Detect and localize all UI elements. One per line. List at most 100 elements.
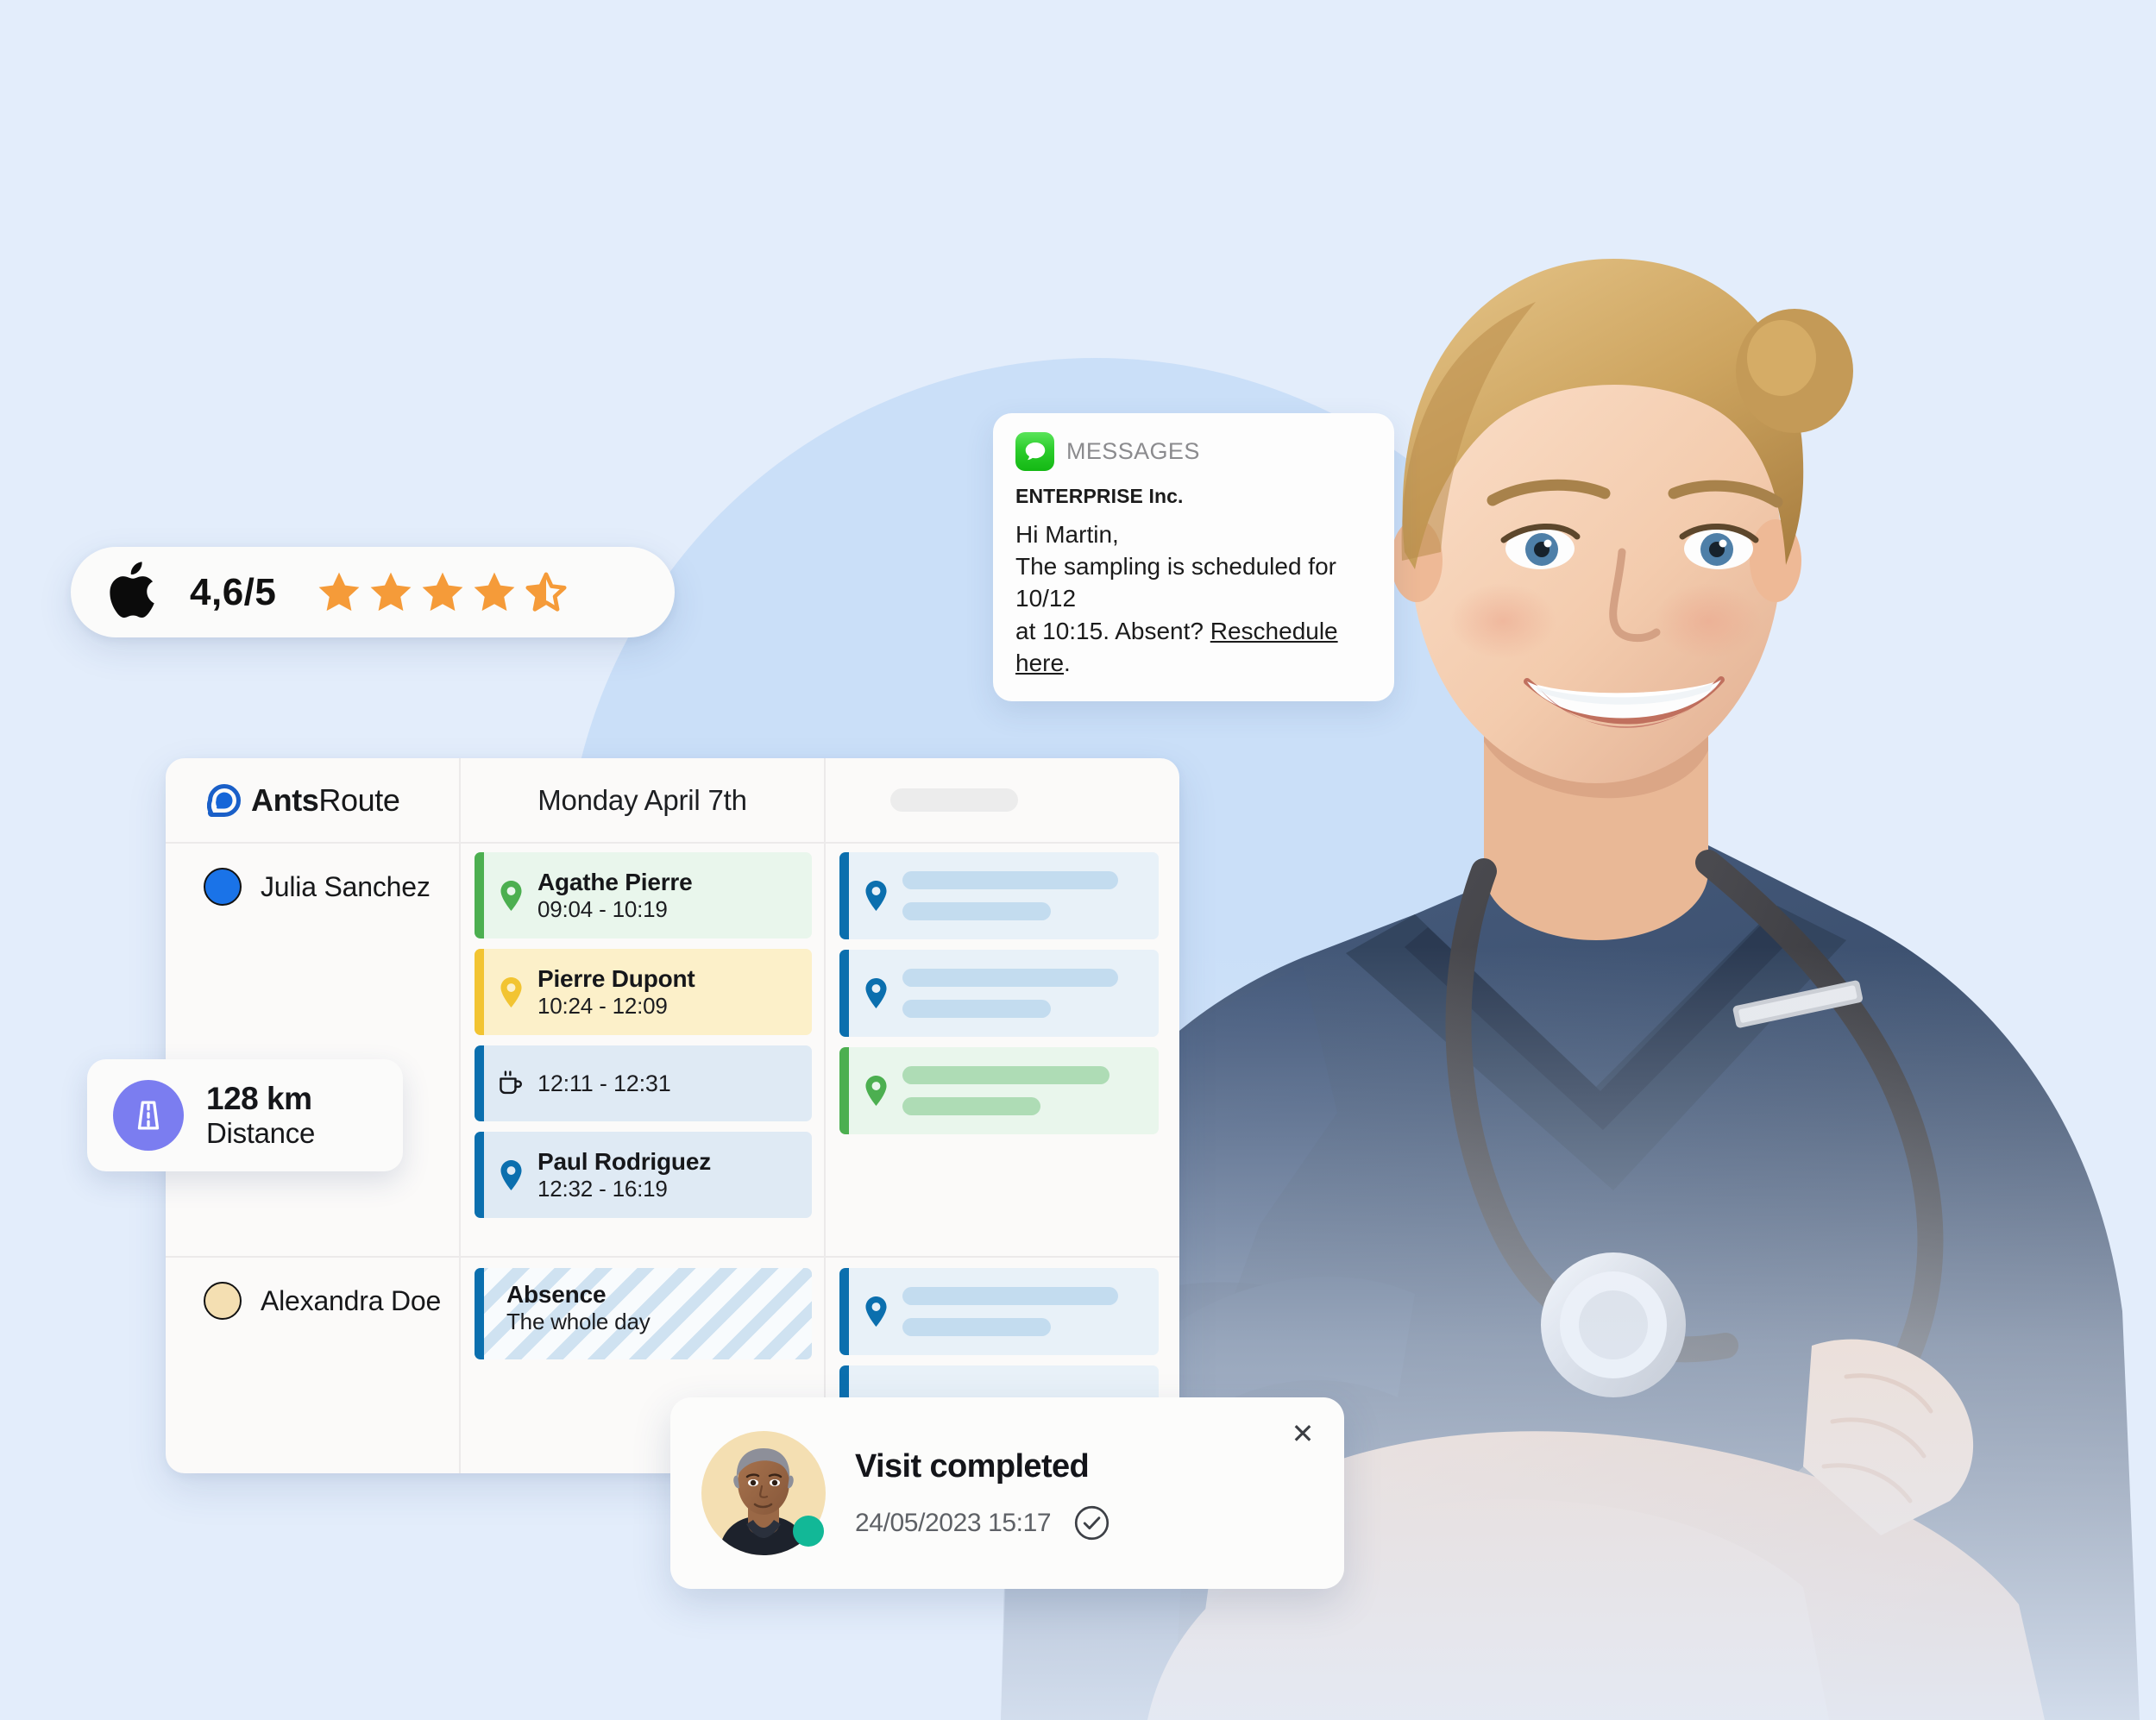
- driver-lane-2: Alexandra Doe: [166, 1258, 459, 1473]
- sms-sender-name: ENTERPRISE Inc.: [1015, 485, 1184, 507]
- hero-composition: 4,6/5 MESSAGES ENTERPRISE Inc. Hi Martin…: [0, 0, 2156, 1720]
- visit-timestamp: 24/05/2023 15:17: [855, 1508, 1052, 1537]
- map-pin-icon: [484, 976, 537, 1008]
- break-status-bar: [475, 1045, 484, 1121]
- skeleton-lines: [902, 871, 1118, 920]
- skeleton-lines: [902, 1287, 1118, 1336]
- scheduler-date-label: Monday April 7th: [537, 783, 747, 816]
- scheduler-brand-cell: AntsRoute: [166, 758, 459, 842]
- road-icon: [113, 1080, 184, 1151]
- skeleton-status-bar: [839, 1268, 849, 1355]
- sms-line-2-prefix: at 10:15. Absent?: [1015, 617, 1210, 644]
- online-status-dot: [793, 1516, 824, 1547]
- visit-toast-meta: 24/05/2023 15:17: [855, 1504, 1313, 1541]
- antsroute-logo-text: AntsRoute: [251, 782, 400, 819]
- star-icon: [422, 572, 463, 611]
- star-icon: [474, 572, 515, 611]
- antsroute-logo[interactable]: AntsRoute: [207, 782, 400, 819]
- absence-subtitle: The whole day: [506, 1309, 651, 1335]
- absence-status-bar: [475, 1268, 484, 1359]
- distance-label: Distance: [206, 1117, 315, 1149]
- distance-stat-chip: 128 km Distance: [87, 1059, 403, 1171]
- appointment-status-bar: [475, 852, 484, 938]
- driver-name: Alexandra Doe: [261, 1284, 442, 1316]
- avatar: [701, 1431, 826, 1555]
- visit-toast-content: Visit completed 24/05/2023 15:17: [855, 1445, 1313, 1541]
- absence-title: Absence: [506, 1281, 607, 1308]
- messages-app-icon: [1015, 432, 1054, 471]
- antsroute-logo-icon: [207, 783, 242, 818]
- absence-text: Absence The whole day: [484, 1268, 651, 1346]
- appointment-card[interactable]: Paul Rodriguez 12:32 - 16:19: [475, 1132, 812, 1218]
- appointment-text: Agathe Pierre 09:04 - 10:19: [537, 859, 693, 932]
- scheduler-next-day-cell[interactable]: [826, 758, 1179, 842]
- app-store-rating-badge: 4,6/5: [71, 547, 675, 637]
- driver-row[interactable]: Julia Sanchez: [166, 844, 459, 930]
- logo-text-light: Route: [318, 782, 400, 818]
- appointment-skeleton-row[interactable]: [839, 950, 1159, 1037]
- driver-color-dot: [204, 868, 242, 906]
- skeleton-lines: [902, 1066, 1109, 1115]
- apple-icon: [109, 562, 157, 623]
- skeleton-lines: [902, 969, 1118, 1018]
- skeleton-line: [902, 969, 1118, 987]
- map-pin-icon: [849, 978, 902, 1008]
- appointments-lane-1: Agathe Pierre 09:04 - 10:19 Pierre Dupon…: [461, 844, 824, 1256]
- rating-value: 4,6/5: [190, 570, 277, 613]
- appointment-card[interactable]: Pierre Dupont 10:24 - 12:09: [475, 949, 812, 1035]
- break-time: 12:11 - 12:31: [537, 1070, 671, 1096]
- coffee-cup-icon: [484, 1069, 537, 1098]
- sms-line-2: at 10:15. Absent? Reschedule here.: [1015, 615, 1372, 679]
- absence-card[interactable]: Absence The whole day: [475, 1268, 812, 1359]
- sms-line-2-suffix: .: [1064, 649, 1071, 676]
- appointment-card[interactable]: Agathe Pierre 09:04 - 10:19: [475, 852, 812, 938]
- appointment-time: 10:24 - 12:09: [537, 992, 668, 1019]
- skeleton-line: [902, 1097, 1040, 1115]
- map-pin-icon: [484, 1159, 537, 1190]
- check-circle-icon: [1073, 1504, 1110, 1541]
- star-icon: [318, 572, 360, 611]
- skeleton-line: [902, 902, 1051, 920]
- visit-toast-title: Visit completed: [855, 1448, 1090, 1485]
- appointment-time: 12:32 - 16:19: [537, 1175, 668, 1202]
- sms-body: Hi Martin, The sampling is scheduled for…: [1015, 518, 1372, 679]
- scheduler-date-cell[interactable]: Monday April 7th: [459, 758, 826, 842]
- star-rating: [316, 569, 569, 616]
- appointment-status-bar: [475, 949, 484, 1035]
- appointment-skeleton-row[interactable]: [839, 852, 1159, 939]
- appointment-title: Pierre Dupont: [537, 964, 695, 992]
- driver-row[interactable]: Alexandra Doe: [166, 1258, 459, 1344]
- skeleton-line: [902, 1287, 1118, 1305]
- appointment-text: Paul Rodriguez 12:32 - 16:19: [537, 1139, 711, 1212]
- skeleton-status-bar: [839, 1047, 849, 1134]
- close-icon[interactable]: ✕: [1285, 1416, 1320, 1451]
- skeleton-line: [902, 1318, 1051, 1336]
- break-text: 12:11 - 12:31: [537, 1061, 671, 1107]
- distance-value: 128 km: [206, 1081, 312, 1116]
- distance-texts: 128 km Distance: [206, 1081, 315, 1150]
- skeleton-line: [902, 1066, 1109, 1084]
- driver-color-dot: [204, 1282, 242, 1320]
- appointment-text: Pierre Dupont 10:24 - 12:09: [537, 956, 695, 1029]
- logo-text-bold: Ants: [251, 782, 319, 818]
- appointments-column: Agathe Pierre 09:04 - 10:19 Pierre Dupon…: [459, 844, 826, 1473]
- appointment-skeleton-row[interactable]: [839, 1047, 1159, 1134]
- break-card[interactable]: 12:11 - 12:31: [475, 1045, 812, 1121]
- skeleton-status-bar: [839, 852, 849, 939]
- skeleton-status-bar: [839, 950, 849, 1037]
- map-pin-icon: [849, 881, 902, 911]
- skeleton-line: [902, 871, 1118, 889]
- appointment-time: 09:04 - 10:19: [537, 895, 668, 922]
- map-pin-icon: [484, 880, 537, 911]
- sms-greeting: Hi Martin,: [1015, 521, 1119, 548]
- secondary-appointments-column: [826, 844, 1179, 1473]
- scheduler-header-skeleton: [890, 788, 1018, 812]
- sms-notification-card: MESSAGES ENTERPRISE Inc. Hi Martin, The …: [993, 413, 1394, 702]
- visit-completed-toast: Visit completed 24/05/2023 15:17 ✕: [670, 1397, 1344, 1589]
- sms-line-1: The sampling is scheduled for 10/12: [1015, 553, 1336, 612]
- driver-lane-1: Julia Sanchez: [166, 844, 459, 1256]
- appointment-skeleton-row[interactable]: [839, 1268, 1159, 1355]
- star-icon: [370, 572, 412, 611]
- skeleton-lane-1: [826, 844, 1179, 1256]
- sms-app-name: MESSAGES: [1066, 438, 1200, 464]
